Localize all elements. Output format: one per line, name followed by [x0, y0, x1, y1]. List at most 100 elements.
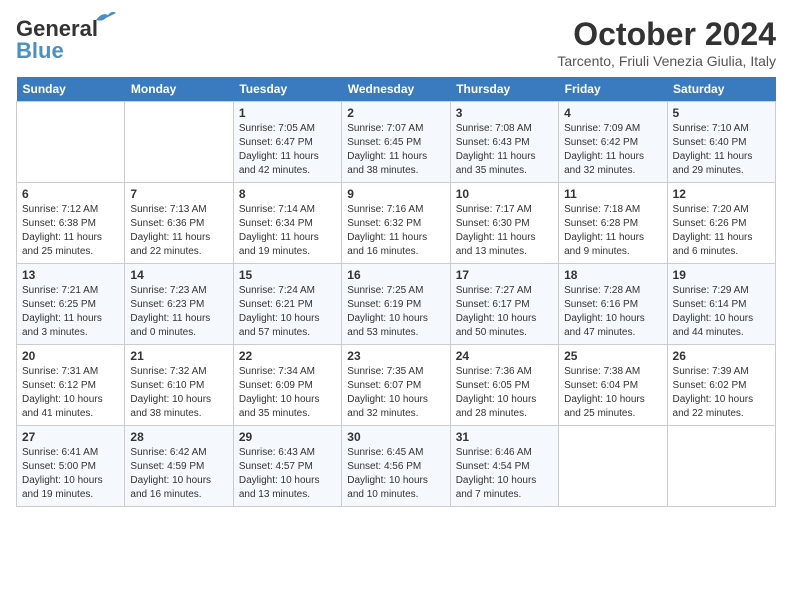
calendar-cell: 24Sunrise: 7:36 AMSunset: 6:05 PMDayligh… [450, 345, 558, 426]
day-number: 1 [239, 106, 336, 120]
calendar-cell: 15 Sunrise: 7:24 AMSunset: 6:21 PMDayligh… [233, 264, 341, 345]
day-number: 29 [239, 430, 336, 444]
calendar-week-row: 6 Sunrise: 7:12 AMSunset: 6:38 PMDaylight… [17, 183, 776, 264]
weekday-header-friday: Friday [559, 77, 667, 102]
calendar-cell [559, 426, 667, 507]
calendar-week-row: 27 Sunrise: 6:41 AMSunset: 5:00 PMDayligh… [17, 426, 776, 507]
day-info: Sunrise: 7:35 AMSunset: 6:07 PMDaylight:… [347, 365, 444, 421]
day-info: Sunrise: 6:46 AMSunset: 4:54 PMDaylight:… [456, 446, 553, 502]
day-info: Sunrise: 7:31 AMSunset: 6:12 PMDaylight:… [22, 365, 119, 421]
day-number: 3 [456, 106, 553, 120]
day-info: Sunrise: 7:38 AMSunset: 6:04 PMDaylight:… [564, 365, 661, 421]
day-number: 25 [564, 349, 661, 363]
day-number: 10 [456, 187, 553, 201]
day-info: Sunrise: 7:27 AMSunset: 6:17 PMDaylight:… [456, 284, 553, 340]
day-info: Sunrise: 7:10 AMSunset: 6:40 PMDaylight:… [673, 122, 770, 178]
day-info: Sunrise: 7:32 AMSunset: 6:10 PMDaylight:… [130, 365, 227, 421]
day-info: Sunrise: 7:12 AMSunset: 6:38 PMDaylight:… [22, 203, 119, 259]
calendar-cell: 13Sunrise: 7:21 AMSunset: 6:25 PMDayligh… [17, 264, 125, 345]
calendar-cell: 23 Sunrise: 7:35 AMSunset: 6:07 PMDayligh… [342, 345, 450, 426]
day-info: Sunrise: 6:43 AMSunset: 4:57 PMDaylight:… [239, 446, 336, 502]
day-info: Sunrise: 7:39 AMSunset: 6:02 PMDaylight:… [673, 365, 770, 421]
day-info: Sunrise: 7:18 AMSunset: 6:28 PMDaylight:… [564, 203, 661, 259]
calendar-cell: 2Sunrise: 7:07 AMSunset: 6:45 PMDaylight… [342, 102, 450, 183]
day-info: Sunrise: 7:14 AMSunset: 6:34 PMDaylight:… [239, 203, 336, 259]
day-number: 22 [239, 349, 336, 363]
calendar-cell: 4 Sunrise: 7:09 AMSunset: 6:42 PMDaylight… [559, 102, 667, 183]
weekday-header-wednesday: Wednesday [342, 77, 450, 102]
calendar-cell: 11 Sunrise: 7:18 AMSunset: 6:28 PMDayligh… [559, 183, 667, 264]
calendar-cell: 7Sunrise: 7:13 AMSunset: 6:36 PMDaylight… [125, 183, 233, 264]
calendar-cell: 14Sunrise: 7:23 AMSunset: 6:23 PMDayligh… [125, 264, 233, 345]
day-number: 14 [130, 268, 227, 282]
day-number: 21 [130, 349, 227, 363]
day-info: Sunrise: 7:16 AMSunset: 6:32 PMDaylight:… [347, 203, 444, 259]
calendar-cell: 22 Sunrise: 7:34 AMSunset: 6:09 PMDayligh… [233, 345, 341, 426]
logo-bird-icon [94, 10, 116, 24]
calendar-week-row: 13Sunrise: 7:21 AMSunset: 6:25 PMDayligh… [17, 264, 776, 345]
day-number: 28 [130, 430, 227, 444]
day-number: 20 [22, 349, 119, 363]
calendar-week-row: 20 Sunrise: 7:31 AMSunset: 6:12 PMDayligh… [17, 345, 776, 426]
day-number: 5 [673, 106, 770, 120]
calendar-cell: 29 Sunrise: 6:43 AMSunset: 4:57 PMDayligh… [233, 426, 341, 507]
page-header: General Blue October 2024 Tarcento, Friu… [16, 16, 776, 69]
calendar-week-row: 1 Sunrise: 7:05 AMSunset: 6:47 PMDaylight… [17, 102, 776, 183]
calendar-cell: 21 Sunrise: 7:32 AMSunset: 6:10 PMDayligh… [125, 345, 233, 426]
calendar-cell: 19 Sunrise: 7:29 AMSunset: 6:14 PMDayligh… [667, 264, 775, 345]
day-info: Sunrise: 7:09 AMSunset: 6:42 PMDaylight:… [564, 122, 661, 178]
day-number: 12 [673, 187, 770, 201]
calendar-cell: 10 Sunrise: 7:17 AMSunset: 6:30 PMDayligh… [450, 183, 558, 264]
calendar-cell [17, 102, 125, 183]
day-info: Sunrise: 7:29 AMSunset: 6:14 PMDaylight:… [673, 284, 770, 340]
weekday-header-thursday: Thursday [450, 77, 558, 102]
calendar-cell: 12Sunrise: 7:20 AMSunset: 6:26 PMDayligh… [667, 183, 775, 264]
day-number: 19 [673, 268, 770, 282]
day-number: 11 [564, 187, 661, 201]
day-number: 23 [347, 349, 444, 363]
day-number: 16 [347, 268, 444, 282]
calendar-cell: 27 Sunrise: 6:41 AMSunset: 5:00 PMDayligh… [17, 426, 125, 507]
calendar-cell [667, 426, 775, 507]
day-number: 31 [456, 430, 553, 444]
day-number: 6 [22, 187, 119, 201]
day-info: Sunrise: 6:41 AMSunset: 5:00 PMDaylight:… [22, 446, 119, 502]
calendar-cell: 17 Sunrise: 7:27 AMSunset: 6:17 PMDayligh… [450, 264, 558, 345]
calendar-cell: 28 Sunrise: 6:42 AMSunset: 4:59 PMDayligh… [125, 426, 233, 507]
day-number: 18 [564, 268, 661, 282]
calendar-cell: 3 Sunrise: 7:08 AMSunset: 6:43 PMDaylight… [450, 102, 558, 183]
calendar-cell: 9 Sunrise: 7:16 AMSunset: 6:32 PMDaylight… [342, 183, 450, 264]
day-number: 17 [456, 268, 553, 282]
weekday-header-tuesday: Tuesday [233, 77, 341, 102]
calendar-cell: 18 Sunrise: 7:28 AMSunset: 6:16 PMDayligh… [559, 264, 667, 345]
day-info: Sunrise: 7:08 AMSunset: 6:43 PMDaylight:… [456, 122, 553, 178]
calendar-cell: 6 Sunrise: 7:12 AMSunset: 6:38 PMDaylight… [17, 183, 125, 264]
day-number: 9 [347, 187, 444, 201]
day-number: 4 [564, 106, 661, 120]
day-number: 2 [347, 106, 444, 120]
calendar-cell [125, 102, 233, 183]
day-info: Sunrise: 6:45 AMSunset: 4:56 PMDaylight:… [347, 446, 444, 502]
day-info: Sunrise: 7:17 AMSunset: 6:30 PMDaylight:… [456, 203, 553, 259]
day-number: 27 [22, 430, 119, 444]
calendar-cell: 16Sunrise: 7:25 AMSunset: 6:19 PMDayligh… [342, 264, 450, 345]
calendar-table: SundayMondayTuesdayWednesdayThursdayFrid… [16, 77, 776, 507]
day-info: Sunrise: 7:34 AMSunset: 6:09 PMDaylight:… [239, 365, 336, 421]
month-title: October 2024 [557, 16, 776, 53]
calendar-cell: 31 Sunrise: 6:46 AMSunset: 4:54 PMDayligh… [450, 426, 558, 507]
title-block: October 2024 Tarcento, Friuli Venezia Gi… [557, 16, 776, 69]
weekday-header-saturday: Saturday [667, 77, 775, 102]
day-number: 13 [22, 268, 119, 282]
day-info: Sunrise: 7:24 AMSunset: 6:21 PMDaylight:… [239, 284, 336, 340]
day-info: Sunrise: 7:28 AMSunset: 6:16 PMDaylight:… [564, 284, 661, 340]
day-info: Sunrise: 7:36 AMSunset: 6:05 PMDaylight:… [456, 365, 553, 421]
day-number: 26 [673, 349, 770, 363]
calendar-cell: 1 Sunrise: 7:05 AMSunset: 6:47 PMDaylight… [233, 102, 341, 183]
weekday-header-sunday: Sunday [17, 77, 125, 102]
day-info: Sunrise: 7:05 AMSunset: 6:47 PMDaylight:… [239, 122, 336, 178]
location: Tarcento, Friuli Venezia Giulia, Italy [557, 53, 776, 69]
calendar-cell: 5 Sunrise: 7:10 AMSunset: 6:40 PMDaylight… [667, 102, 775, 183]
day-info: Sunrise: 6:42 AMSunset: 4:59 PMDaylight:… [130, 446, 227, 502]
logo-general: General [16, 16, 98, 41]
day-number: 15 [239, 268, 336, 282]
